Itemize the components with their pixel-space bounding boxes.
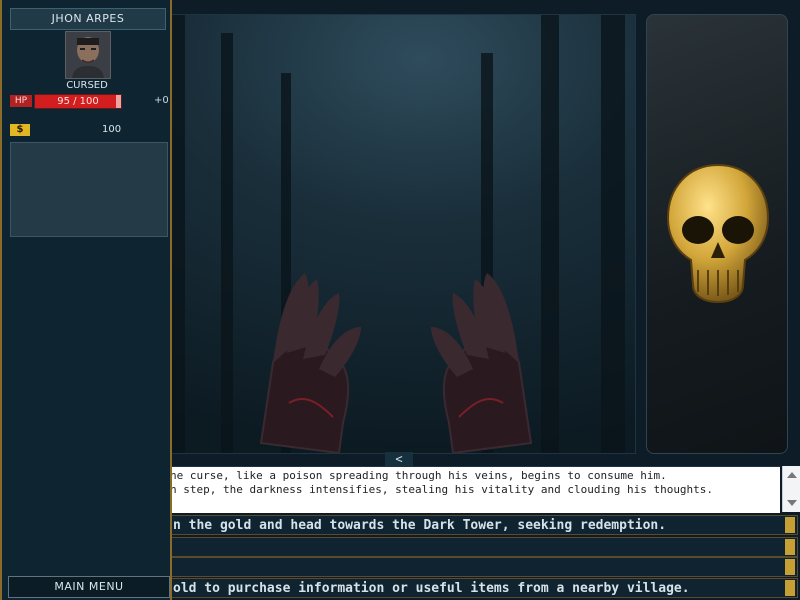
character-sidebar: JHON ARPES CURSED HP 95 / 100 +0 $ 100 M… <box>0 0 172 600</box>
choice-marker <box>785 580 795 596</box>
choice-option[interactable] <box>160 537 798 557</box>
narrative-box: he curse, like a poison spreading throug… <box>160 466 780 513</box>
hp-bar: 95 / 100 <box>34 94 122 109</box>
scroll-up-icon[interactable] <box>787 472 797 478</box>
choices-list: n the gold and head towards the Dark Tow… <box>160 512 800 600</box>
hp-delta: +0 <box>154 95 169 106</box>
skull-panel <box>646 14 788 454</box>
main-menu-button[interactable]: MAIN MENU <box>8 576 170 598</box>
narrative-line: n step, the darkness intensifies, steali… <box>170 483 714 496</box>
hp-text: 95 / 100 <box>57 96 99 107</box>
status-label: CURSED <box>66 80 108 91</box>
hp-icon: HP <box>10 95 32 107</box>
gold-value: 100 <box>102 124 122 135</box>
scroll-down-icon[interactable] <box>787 500 797 506</box>
choice-marker <box>785 559 795 575</box>
choice-text: old to purchase information or useful it… <box>173 581 690 596</box>
golden-skull-icon <box>663 160 773 310</box>
scene-image <box>160 14 636 454</box>
choice-option[interactable]: n the gold and head towards the Dark Tow… <box>160 515 798 535</box>
left-hand-image <box>221 243 381 453</box>
choice-marker <box>785 539 795 555</box>
character-name: JHON ARPES <box>10 8 166 30</box>
gold-icon: $ <box>10 124 30 136</box>
narrative-scrollbar[interactable] <box>782 466 800 512</box>
choice-text: n the gold and head towards the Dark Tow… <box>173 518 667 533</box>
inventory-panel <box>10 142 168 237</box>
right-hand-image <box>411 243 571 453</box>
choice-option[interactable]: old to purchase information or useful it… <box>160 578 798 598</box>
collapse-scene-button[interactable]: < <box>385 452 413 466</box>
narrative-line: he curse, like a poison spreading throug… <box>170 469 667 482</box>
choice-marker <box>785 517 795 533</box>
character-portrait <box>65 31 111 79</box>
choice-option[interactable] <box>160 557 798 577</box>
